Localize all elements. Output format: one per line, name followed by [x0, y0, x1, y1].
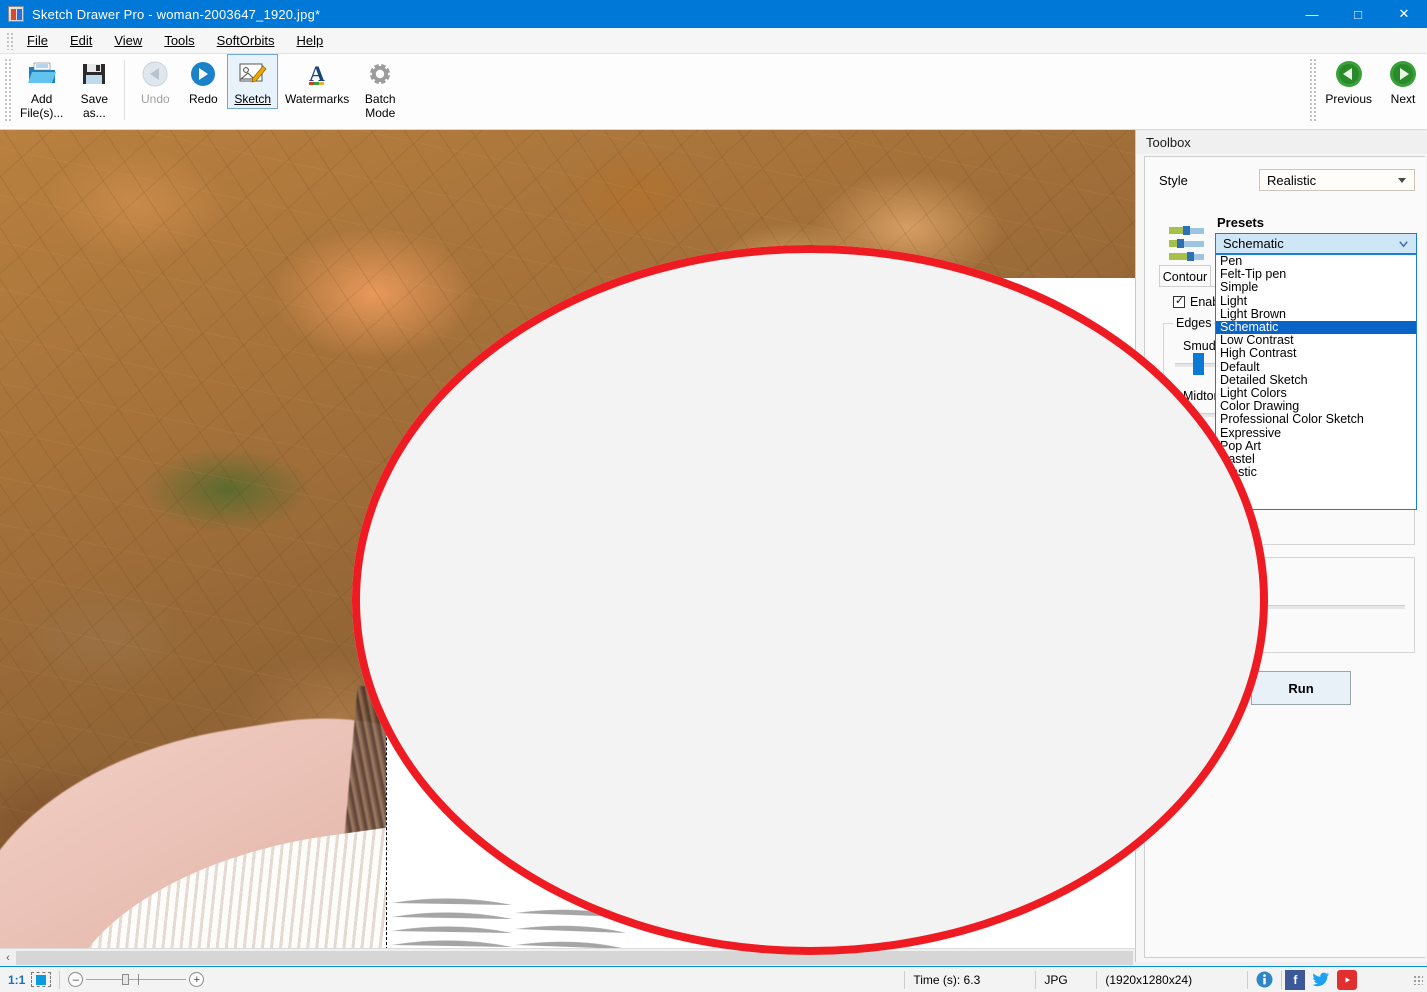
- style-combobox[interactable]: Realistic: [1259, 169, 1415, 191]
- toolbar-nav-grip[interactable]: [1309, 58, 1316, 122]
- left-arrow-circle-icon: [1334, 58, 1364, 90]
- save-as-line1: Save: [81, 92, 108, 106]
- previous-button[interactable]: Previous: [1318, 54, 1379, 109]
- floppy-disk-icon: [80, 58, 108, 90]
- info-icon[interactable]: [1248, 967, 1281, 992]
- presets-label: Presets: [1217, 215, 1264, 230]
- maximize-button[interactable]: □: [1335, 0, 1381, 28]
- menu-item-tools[interactable]: Tools: [153, 30, 205, 51]
- sketch-label: Sketch: [234, 92, 271, 106]
- redo-button[interactable]: Redo: [179, 54, 227, 109]
- app-icon: [8, 6, 24, 22]
- menu-item-file[interactable]: File: [16, 30, 59, 51]
- menu-help-label: Help: [296, 33, 323, 48]
- redo-label: Redo: [189, 92, 218, 106]
- zoom-out-button[interactable]: –: [68, 972, 83, 987]
- menu-item-view[interactable]: View: [103, 30, 153, 51]
- chevron-down-icon: [1398, 238, 1409, 249]
- chevron-down-icon: [1398, 178, 1406, 183]
- batch-mode-line1: Batch: [365, 92, 396, 106]
- add-files-button[interactable]: Add File(s)...: [13, 54, 70, 123]
- gear-icon: [366, 58, 394, 90]
- menu-view-label: View: [114, 33, 142, 48]
- zoom-slider-track[interactable]: [86, 979, 186, 980]
- batch-mode-button[interactable]: Batch Mode: [356, 54, 404, 123]
- magnifier-overlay: Toolbox Style Realistic: [352, 245, 1268, 955]
- file-format: JPG: [1036, 967, 1096, 992]
- watermarks-label: Watermarks: [285, 92, 349, 106]
- scroll-left-arrow-icon[interactable]: ‹: [0, 952, 16, 964]
- magnifier-content: Toolbox Style Realistic: [352, 245, 1268, 955]
- undo-button[interactable]: Undo: [131, 54, 179, 109]
- toolbox-title: Toolbox: [1136, 130, 1427, 154]
- image-dimensions: (1920x1280x24): [1097, 967, 1247, 992]
- menu-softorbits-label: SoftOrbits: [217, 33, 275, 48]
- toolbar-grip-handle[interactable]: [4, 58, 11, 122]
- main-toolbar: Add File(s)... Save as... Undo: [0, 54, 1427, 130]
- batch-mode-line2: Mode: [365, 106, 395, 120]
- sketch-pencil-icon: [238, 58, 268, 90]
- sketch-button[interactable]: Sketch: [227, 54, 278, 109]
- status-divider-6: [1281, 971, 1282, 989]
- next-label: Next: [1391, 92, 1416, 106]
- next-button[interactable]: Next: [1379, 54, 1427, 109]
- save-as-line2: as...: [83, 106, 106, 120]
- menu-bar: File Edit View Tools SoftOrbits Help: [0, 28, 1427, 54]
- watermarks-button[interactable]: A Watermarks: [278, 54, 356, 109]
- toolbar-nav-group: Previous Next: [1305, 54, 1427, 122]
- facebook-icon[interactable]: f: [1285, 970, 1305, 990]
- redo-arrow-icon: [189, 58, 217, 90]
- undo-arrow-icon: [141, 58, 169, 90]
- save-as-button[interactable]: Save as...: [70, 54, 118, 123]
- menu-file-label: File: [27, 33, 48, 48]
- menu-item-edit[interactable]: Edit: [59, 30, 103, 51]
- previous-label: Previous: [1325, 92, 1372, 106]
- letter-a-icon: A: [303, 58, 331, 90]
- style-value: Realistic: [1267, 173, 1316, 188]
- resize-grip[interactable]: [1413, 975, 1423, 985]
- menu-grip-handle[interactable]: [6, 32, 14, 50]
- style-label: Style: [1159, 173, 1259, 188]
- close-button[interactable]: ✕: [1381, 0, 1427, 28]
- minimize-button[interactable]: —: [1289, 0, 1335, 28]
- youtube-icon[interactable]: [1337, 970, 1357, 990]
- zoom-ratio-label: 1:1: [0, 973, 25, 987]
- zoom-in-button[interactable]: +: [189, 972, 204, 987]
- style-row: Style Realistic: [1145, 157, 1425, 195]
- window-title: Sketch Drawer Pro - woman-2003647_1920.j…: [32, 7, 320, 22]
- twitter-icon[interactable]: [1311, 970, 1331, 990]
- window-titlebar: Sketch Drawer Pro - woman-2003647_1920.j…: [0, 0, 1427, 28]
- zoom-slider-knob[interactable]: [122, 974, 129, 985]
- processing-time: Time (s): 6.3: [905, 967, 1035, 992]
- toolbar-separator-1: [124, 60, 125, 120]
- window-controls: — □ ✕: [1289, 0, 1427, 28]
- menu-item-help[interactable]: Help: [285, 30, 334, 51]
- status-divider-1: [59, 971, 60, 989]
- fit-to-window-icon[interactable]: [31, 972, 51, 987]
- menu-tools-label: Tools: [164, 33, 194, 48]
- undo-label: Undo: [141, 92, 170, 106]
- add-files-line1: Add: [31, 92, 52, 106]
- add-files-line2: File(s)...: [20, 106, 63, 120]
- open-folder-icon: [27, 58, 57, 90]
- menu-edit-label: Edit: [70, 33, 92, 48]
- zoom-slider-tick: [138, 974, 139, 985]
- right-arrow-circle-icon: [1388, 58, 1418, 90]
- status-bar: 1:1 – + Time (s): 6.3 JPG (1920x1280x24)…: [0, 966, 1427, 992]
- menu-item-softorbits[interactable]: SoftOrbits: [206, 30, 286, 51]
